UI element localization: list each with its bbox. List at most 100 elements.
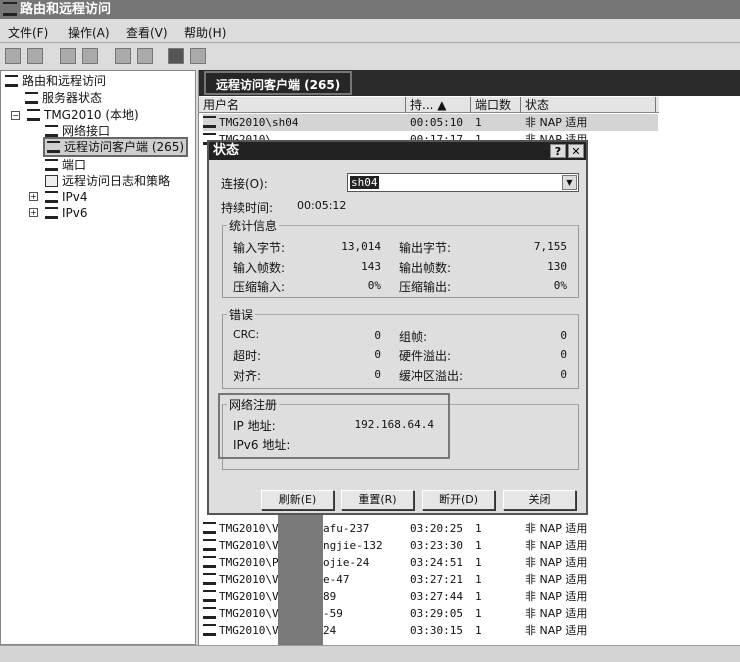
tree-logging[interactable]: 远程访问日志和策略 [45,173,170,189]
cell-duration: 03:23:30 [410,539,463,552]
close-icon[interactable]: ✕ [568,144,584,158]
chevron-down-icon[interactable]: ▼ [562,175,577,190]
tree-server-status[interactable]: 服务器状态 [25,90,102,106]
frames-in-value: 143 [361,260,381,273]
tree-label: TMG2010 (本地) [44,108,139,122]
tree-label: 路由和远程访问 [22,74,107,88]
disconnect-button[interactable]: 断开(D) [422,490,495,510]
dialog-title: 状态 [213,143,240,158]
menu-file[interactable]: 文件(F) [8,24,48,41]
expand-icon[interactable]: + [29,192,38,201]
server-icon [25,92,38,104]
connection-value: sh04 [350,176,379,189]
tree-root[interactable]: 路由和远程访问 [5,73,106,89]
cell-user-suffix: 24 [323,624,337,637]
network-icon [45,159,58,171]
help-icon[interactable] [168,48,184,64]
network-icon [203,522,216,534]
reset-button[interactable]: 重置(R) [341,490,414,510]
forward-icon[interactable] [27,48,43,64]
cell-ports: 1 [475,116,482,129]
col-duration[interactable]: 持... ▲ [406,97,471,113]
cell-user: TMG2010\sh04 [219,116,299,129]
cell-duration: 03:29:05 [410,607,463,620]
redaction-block [278,515,323,645]
back-icon[interactable] [5,48,21,64]
cell-status: 非 NAP 适用 [525,556,588,569]
buf-overrun-label: 缓冲区溢出: [399,369,464,383]
tree-label: 远程访问日志和策略 [62,174,171,188]
server-icon [27,109,40,121]
tree-label: IPv6 [62,206,88,220]
cell-user: TMG2010\V [219,624,279,637]
duration-label: 持续时间: [221,201,274,215]
cell-status: 非 NAP 适用 [525,607,588,620]
align-value: 0 [374,368,381,381]
menu-help[interactable]: 帮助(H) [184,24,226,41]
cell-user: TMG2010\V [219,607,279,620]
duration-value: 00:05:12 [297,199,347,212]
table-row[interactable]: TMG2010\sh04 00:05:10 1 非 NAP 适用 [203,114,658,131]
table-row[interactable]: TMG2010\V 24 03:30:15 1 非 NAP 适用 [203,622,658,639]
tree-ports[interactable]: 端口 [45,157,86,173]
table-row[interactable]: TMG2010\V e-47 03:27:21 1 非 NAP 适用 [203,571,658,588]
cell-user-suffix: -59 [323,607,343,620]
errors-title: 错误 [227,306,256,323]
table-row[interactable]: TMG2010\V afu-237 03:20:25 1 非 NAP 适用 [203,520,658,537]
cell-status: 非 NAP 适用 [525,624,588,637]
cell-user: TMG2010\V [219,573,279,586]
cell-ports: 1 [475,556,482,569]
network-icon [203,590,216,602]
comp-in-label: 压缩输入: [233,280,286,294]
connection-select[interactable]: sh04 ▼ [347,173,579,192]
col-ports[interactable]: 端口数 [471,97,521,113]
frames-out-label: 输出帧数: [399,261,452,275]
col-username[interactable]: 用户名 [199,97,406,113]
table-row[interactable]: TMG2010\P ojie-24 03:24:51 1 非 NAP 适用 [203,554,658,571]
network-icon [203,556,216,568]
tree-label: 远程访问客户端 (265) [64,140,185,154]
tree-ipv4[interactable]: IPv4 [45,189,88,205]
menu-action[interactable]: 操作(A) [68,24,110,41]
cell-duration: 00:05:10 [410,116,463,129]
expand-icon[interactable]: + [29,208,38,217]
ip-label: IP 地址: [233,419,276,433]
export-icon[interactable] [137,48,153,64]
show-hide-action-icon[interactable] [190,48,206,64]
network-icon [203,624,216,636]
status-dialog: 状态 ? ✕ 连接(O): sh04 ▼ 持续时间: 00:05:12 统计信息… [207,140,588,515]
cell-ports: 1 [475,522,482,535]
timeout-label: 超时: [233,349,262,363]
column-header: 用户名 持... ▲ 端口数 状态 [199,97,659,113]
tree-label: 网络接口 [62,124,111,138]
pane-header: 远程访问客户端 (265) [199,70,740,96]
tree-remote-clients[interactable]: 远程访问客户端 (265) [43,137,189,157]
cell-duration: 03:30:15 [410,624,463,637]
close-button[interactable]: 关闭 [503,490,576,510]
table-row[interactable]: TMG2010\V -59 03:29:05 1 非 NAP 适用 [203,605,658,622]
help-button[interactable]: ? [550,144,566,158]
cell-duration: 03:27:44 [410,590,463,603]
cell-user-suffix: ojie-24 [323,556,370,569]
network-icon [203,116,216,128]
stats-title: 统计信息 [227,217,280,234]
refresh-icon[interactable] [115,48,131,64]
table-row[interactable]: TMG2010\V ngjie-132 03:23:30 1 非 NAP 适用 [203,537,658,554]
cell-user-suffix: e-47 [323,573,350,586]
network-icon [45,125,58,137]
menu-view[interactable]: 查看(V) [126,24,168,41]
show-hide-tree-icon[interactable] [82,48,98,64]
collapse-icon[interactable]: − [11,111,20,120]
col-status[interactable]: 状态 [521,97,656,113]
ipv6-label: IPv6 地址: [233,438,291,452]
dialog-title-bar: 状态 ? ✕ [209,142,586,160]
tree-ipv6[interactable]: IPv6 [45,205,88,221]
tree-server[interactable]: TMG2010 (本地) [27,107,139,123]
table-row[interactable]: TMG2010\V 89 03:27:44 1 非 NAP 适用 [203,588,658,605]
cell-user: TMG2010\P [219,556,279,569]
frames-in-label: 输入帧数: [233,261,286,275]
refresh-button[interactable]: 刷新(E) [261,490,334,510]
toolbar [0,44,740,69]
comp-out-value: 0% [553,279,567,292]
up-icon[interactable] [60,48,76,64]
